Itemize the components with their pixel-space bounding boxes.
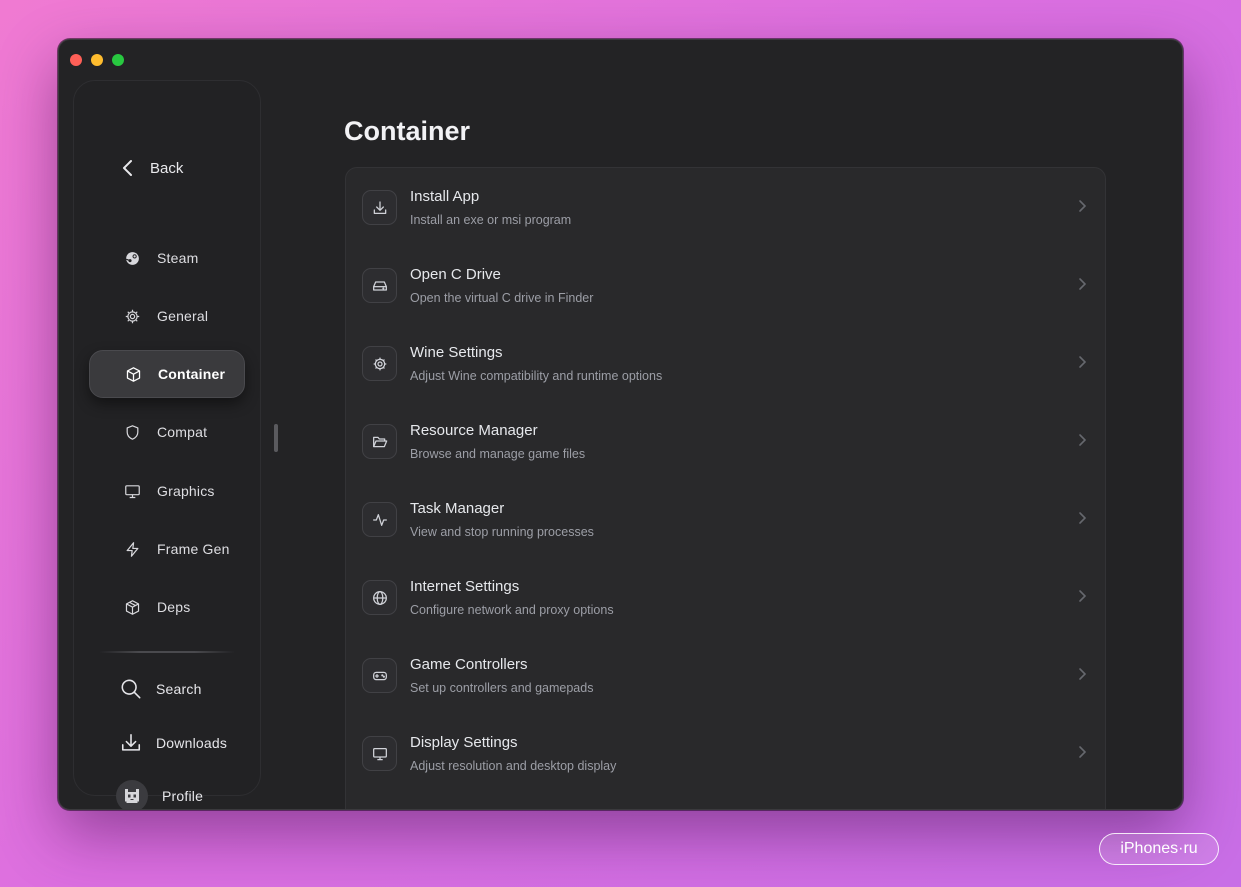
chevron-right-icon	[1079, 512, 1087, 524]
sidebar-item-frame-gen[interactable]: Frame Gen	[89, 525, 245, 573]
row-title: Resource Manager	[410, 422, 538, 439]
row-title: Display Settings	[410, 734, 518, 751]
activity-icon	[372, 513, 387, 526]
row-icon-box	[362, 502, 397, 537]
sidebar-divider	[99, 651, 235, 653]
sidebar: Back Steam General Container Compat Grap…	[73, 80, 261, 809]
avatar[interactable]	[116, 780, 148, 809]
back-button[interactable]: Back	[120, 159, 183, 177]
sidebar-profile[interactable]: Profile	[116, 780, 204, 809]
close-window-button[interactable]	[70, 54, 82, 66]
row-title: Game Controllers	[410, 656, 528, 673]
watermark-logo: iPhones·ru	[1099, 833, 1219, 865]
gamepad-icon	[372, 671, 387, 680]
sidebar-item-label: General	[157, 308, 209, 324]
row-icon-box	[362, 190, 397, 225]
sidebar-item-label: Compat	[157, 424, 208, 440]
chevron-right-icon	[1079, 434, 1087, 446]
monitor-icon	[125, 484, 140, 498]
row-subtitle: Browse and manage game files	[410, 447, 586, 461]
globe-icon	[372, 590, 387, 605]
sidebar-item-steam[interactable]: Steam	[89, 234, 245, 282]
package-icon	[125, 599, 140, 615]
sidebar-item-general[interactable]: General	[89, 292, 245, 340]
sidebar-item-label: Steam	[157, 250, 199, 266]
steam-icon	[125, 251, 139, 265]
gear-icon	[125, 309, 140, 323]
sidebar-item-compat[interactable]: Compat	[89, 408, 245, 456]
chevron-right-icon	[1079, 356, 1087, 368]
sidebar-item-deps[interactable]: Deps	[89, 583, 245, 631]
row-subtitle: Open the virtual C drive in Finder	[410, 291, 594, 305]
row-icon-box	[362, 736, 397, 771]
row-title: Open C Drive	[410, 266, 501, 283]
sidebar-item-label: Container	[158, 366, 226, 382]
row-title: Task Manager	[410, 500, 505, 517]
monitor-icon	[372, 747, 387, 760]
row-icon-box	[362, 346, 397, 381]
folder-icon	[372, 436, 387, 447]
row-title: Internet Settings	[410, 578, 520, 595]
row-title: Wine Settings	[410, 344, 503, 361]
back-label: Back	[150, 159, 184, 177]
row-subtitle: Install an exe or msi program	[410, 213, 572, 227]
row-subtitle: Adjust Wine compatibility and runtime op…	[410, 369, 663, 383]
chevron-right-icon	[1079, 590, 1087, 602]
download-icon	[373, 200, 386, 214]
search-icon	[121, 679, 141, 699]
list-item-install-app[interactable]: Install App Install an exe or msi progra…	[346, 168, 1105, 246]
sidebar-item-graphics[interactable]: Graphics	[89, 467, 245, 515]
sidebar-search[interactable]: Search	[120, 678, 202, 700]
row-icon-box	[362, 580, 397, 615]
settings-list: Install App Install an exe or msi progra…	[345, 167, 1106, 809]
drive-icon	[372, 280, 387, 291]
sidebar-item-label: Frame Gen	[157, 541, 230, 557]
sidebar-downloads[interactable]: Downloads	[120, 732, 227, 754]
zoom-window-button[interactable]	[112, 54, 124, 66]
sidebar-search-label: Search	[156, 681, 202, 697]
shield-icon	[126, 424, 139, 440]
row-subtitle: View and stop running processes	[410, 525, 594, 539]
row-subtitle: Set up controllers and gamepads	[410, 681, 594, 695]
sidebar-downloads-label: Downloads	[156, 735, 228, 751]
list-item-open-c-drive[interactable]: Open C Drive Open the virtual C drive in…	[346, 246, 1105, 324]
bolt-icon	[126, 541, 139, 557]
row-icon-box	[362, 424, 397, 459]
list-item-game-controllers[interactable]: Game Controllers Set up controllers and …	[346, 636, 1105, 714]
box-icon	[126, 366, 141, 382]
chevron-right-icon	[1079, 278, 1087, 290]
sidebar-item-label: Deps	[157, 599, 191, 615]
sidebar-profile-label: Profile	[162, 788, 204, 804]
row-subtitle: Configure network and proxy options	[410, 603, 614, 617]
list-item-task-manager[interactable]: Task Manager View and stop running proce…	[346, 480, 1105, 558]
list-item-resource-manager[interactable]: Resource Manager Browse and manage game …	[346, 402, 1105, 480]
sidebar-item-label: Graphics	[157, 483, 215, 499]
window-controls	[70, 54, 124, 66]
sidebar-resize-handle[interactable]	[274, 424, 278, 452]
list-item-wine-settings[interactable]: Wine Settings Adjust Wine compatibility …	[346, 324, 1105, 402]
gear-icon	[373, 357, 386, 370]
row-icon-box	[362, 268, 397, 303]
chevron-right-icon	[1079, 668, 1087, 680]
row-icon-box	[362, 658, 397, 693]
chevron-right-icon	[1079, 746, 1087, 758]
page-title: Container	[344, 116, 471, 146]
pixel-cat-avatar-icon	[125, 789, 139, 803]
row-subtitle: Adjust resolution and desktop display	[410, 759, 617, 773]
minimize-window-button[interactable]	[91, 54, 103, 66]
app-window: Back Steam General Container Compat Grap…	[58, 39, 1183, 810]
chevron-right-icon	[1079, 200, 1087, 212]
download-icon	[121, 733, 141, 751]
chevron-left-icon	[123, 160, 132, 176]
row-title: Install App	[410, 188, 480, 205]
list-item-display-settings[interactable]: Display Settings Adjust resolution and d…	[346, 714, 1105, 792]
list-item-internet-settings[interactable]: Internet Settings Configure network and …	[346, 558, 1105, 636]
sidebar-item-container[interactable]: Container	[89, 350, 245, 398]
